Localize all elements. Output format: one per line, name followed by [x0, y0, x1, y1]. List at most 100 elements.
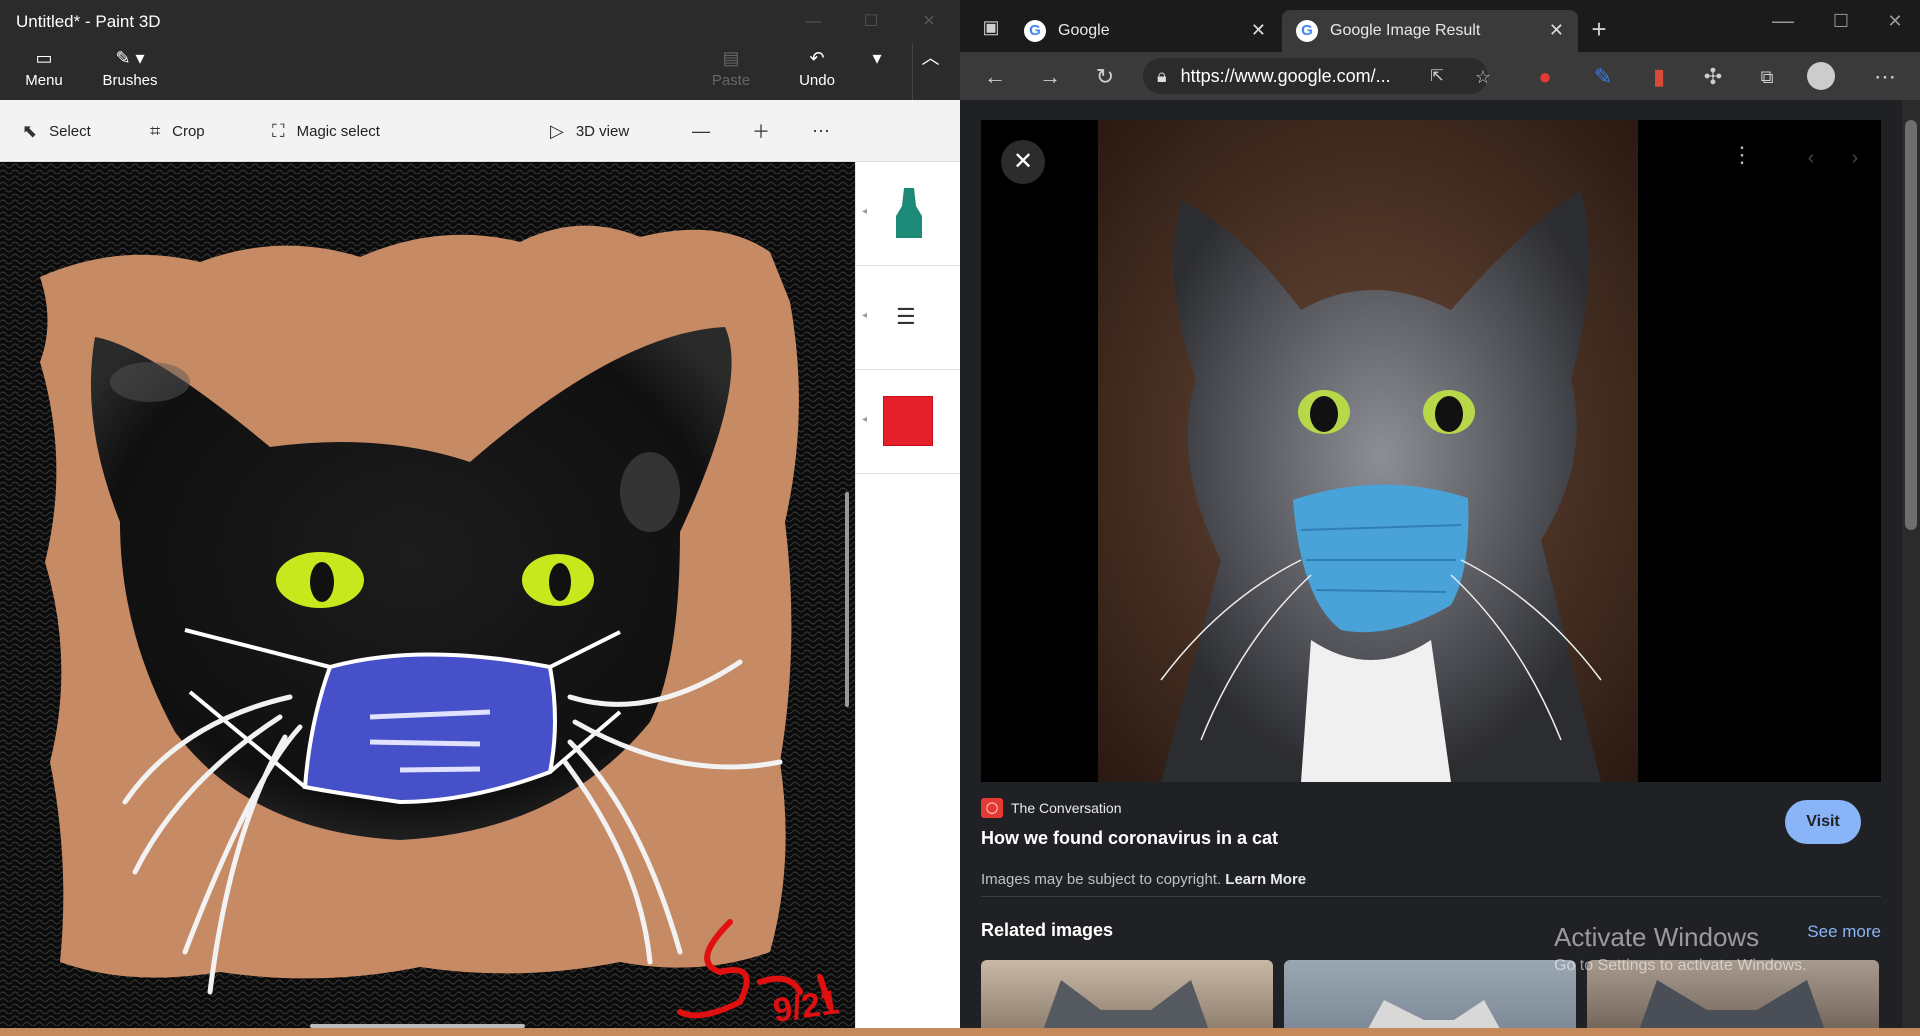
canvas-vertical-scrollbar[interactable] — [845, 492, 849, 707]
source-name[interactable]: The Conversation — [1011, 800, 1122, 816]
previous-image-button[interactable]: ‹ — [1793, 140, 1829, 176]
forward-button[interactable]: → — [1035, 62, 1065, 92]
drawing-canvas[interactable]: 9/21 — [0, 162, 855, 1036]
close-window-button[interactable]: ✕ — [1880, 6, 1910, 36]
select-tool[interactable]: ⬉ Select — [22, 118, 91, 144]
view3d-tool[interactable]: ▷ 3D view — [550, 118, 629, 144]
tab-bar: ▣ G Google ✕ G Google Image Result ✕ + —… — [960, 0, 1920, 52]
paste-button[interactable]: ▤ Paste — [706, 44, 756, 100]
folder-icon: ▭ — [35, 48, 53, 68]
close-icon[interactable]: ✕ — [1251, 20, 1266, 41]
paint3d-window: Untitled* - Paint 3D — ☐ ✕ ▭ Menu ✎ ▾ Br… — [0, 0, 960, 1036]
close-button[interactable]: ✕ — [906, 8, 952, 36]
undo-button[interactable]: ↶ Undo — [792, 44, 842, 100]
divider — [981, 896, 1881, 897]
copyright-text: Images may be subject to copyright. — [981, 871, 1222, 888]
brushes-button[interactable]: ✎ ▾ Brushes — [98, 44, 162, 100]
source-logo-icon: ◯ — [981, 798, 1003, 818]
next-image-button[interactable]: › — [1837, 140, 1873, 176]
learn-more-link[interactable]: Learn More — [1225, 871, 1306, 888]
visit-button[interactable]: Visit — [1785, 800, 1861, 844]
navigation-bar: ← → ↻ 🔒︎ https://www.google.com/... ⇱ ☆ … — [960, 52, 1920, 100]
select-label: Select — [49, 122, 91, 140]
crop-tool[interactable]: ⌗ Crop — [150, 118, 205, 144]
url-text: https://www.google.com/... — [1180, 65, 1391, 86]
undo-icon: ↶ — [809, 48, 825, 68]
watermark-title: Activate Windows — [1554, 922, 1760, 952]
minus-icon: — — [692, 120, 710, 141]
image-viewer: ✕ ⋮ ‹ › — [981, 120, 1881, 782]
paint-ribbon: ▭ Menu ✎ ▾ Brushes ▤ Paste ↶ Undo ▾ ︿ — [0, 44, 960, 100]
refresh-button[interactable]: ↻ — [1090, 62, 1120, 92]
back-button[interactable]: ← — [980, 62, 1010, 92]
collections-icon[interactable]: ⧉ — [1752, 62, 1782, 92]
selected-color-swatch[interactable] — [883, 396, 933, 446]
extensions-icon[interactable]: ✣ — [1698, 62, 1728, 92]
paint-window-title: Untitled* - Paint 3D — [16, 12, 161, 31]
chevron-up-icon: ︿ — [921, 48, 940, 68]
menu-label: Menu — [25, 72, 63, 89]
view3d-icon: ▷ — [550, 120, 564, 141]
brushes-label: Brushes — [102, 72, 158, 89]
tab-google[interactable]: G Google ✕ — [1010, 10, 1280, 52]
related-image-thumb[interactable] — [1284, 960, 1576, 1036]
tab-actions-icon[interactable]: ▣ — [976, 12, 1006, 42]
cat-drawing: 9/21 — [0, 162, 855, 1036]
tab-google-label: Google — [1058, 22, 1110, 39]
add-favorite-icon[interactable]: ☆ — [1468, 62, 1498, 92]
new-tab-button[interactable]: + — [1584, 14, 1614, 44]
scrollbar-thumb[interactable] — [1905, 120, 1917, 530]
minimize-button[interactable]: — — [1768, 6, 1798, 36]
page-scrollbar[interactable] — [1902, 100, 1920, 1036]
desktop-background-strip — [0, 1028, 1920, 1036]
bookmark-extension-icon[interactable]: ▮ — [1644, 62, 1674, 92]
magic-select-label: Magic select — [296, 122, 380, 140]
source-row: ◯ The Conversation — [981, 798, 1881, 818]
more-options-icon[interactable]: ⋯ — [1870, 62, 1900, 92]
zoom-in-button[interactable]: ＋ — [752, 118, 770, 144]
tab-google-image-result[interactable]: G Google Image Result ✕ — [1282, 10, 1578, 52]
maximize-button[interactable]: ☐ — [848, 8, 894, 36]
edge-window: ▣ G Google ✕ G Google Image Result ✕ + —… — [960, 0, 1920, 1036]
color-section[interactable]: ◂ — [856, 370, 960, 474]
minimize-button[interactable]: — — [790, 8, 836, 36]
menu-button[interactable]: ▭ Menu — [18, 44, 70, 100]
undo-label: Undo — [799, 72, 835, 89]
zoom-out-button[interactable]: — — [692, 118, 710, 144]
maximize-button[interactable]: ☐ — [1826, 6, 1856, 36]
see-more-link[interactable]: See more — [1807, 922, 1881, 942]
watermark-subtitle: Go to Settings to activate Windows. — [1554, 957, 1807, 974]
result-title[interactable]: How we found coronavirus in a cat — [981, 828, 1881, 849]
cat-photo[interactable] — [981, 120, 1881, 782]
history-dropdown-button[interactable]: ▾ — [862, 44, 892, 100]
chevron-down-icon: ▾ — [872, 48, 882, 68]
sliders-icon: ☰ — [896, 304, 916, 329]
more-icon: ⋯ — [812, 120, 830, 141]
open-external-icon[interactable]: ⇱ — [1422, 62, 1452, 92]
chevron-left-icon: ◂ — [862, 310, 868, 321]
close-viewer-button[interactable]: ✕ — [1001, 140, 1045, 184]
tab-image-result-label: Google Image Result — [1330, 22, 1481, 39]
page-content: ✕ ⋮ ‹ › ◯ The Conversation How we found … — [960, 100, 1920, 1036]
more-options-button[interactable]: ⋯ — [812, 118, 830, 144]
paint-toolbar: ⬉ Select ⌗ Crop ⛶ Magic select ▷ 3D view… — [0, 100, 960, 162]
copyright-notice: Images may be subject to copyright. Lear… — [981, 871, 1881, 888]
collapse-ribbon-button[interactable]: ︿ — [912, 44, 948, 100]
plus-icon: ＋ — [752, 122, 770, 142]
adblock-extension-icon[interactable]: ● — [1530, 62, 1560, 92]
brush-icon: ✎ ▾ — [115, 48, 145, 68]
related-images-heading: Related images — [981, 920, 1114, 940]
profile-avatar[interactable] — [1806, 62, 1836, 92]
more-vertical-icon[interactable]: ⋮ — [1731, 142, 1753, 168]
pen-extension-icon[interactable]: ✎ — [1588, 62, 1618, 92]
paste-label: Paste — [711, 72, 751, 89]
magic-select-tool[interactable]: ⛶ Magic select — [272, 118, 380, 144]
brush-settings-section[interactable]: ◂ ☰ — [856, 266, 960, 370]
clipboard-icon: ▤ — [722, 48, 740, 68]
related-image-thumb[interactable] — [981, 960, 1273, 1036]
google-icon: G — [1296, 20, 1318, 42]
side-panel: ◂ ◂ ☰ ◂ — [855, 162, 960, 1036]
marker-icon — [896, 188, 922, 238]
brush-preview-section[interactable]: ◂ — [856, 162, 960, 266]
close-icon[interactable]: ✕ — [1549, 20, 1564, 41]
